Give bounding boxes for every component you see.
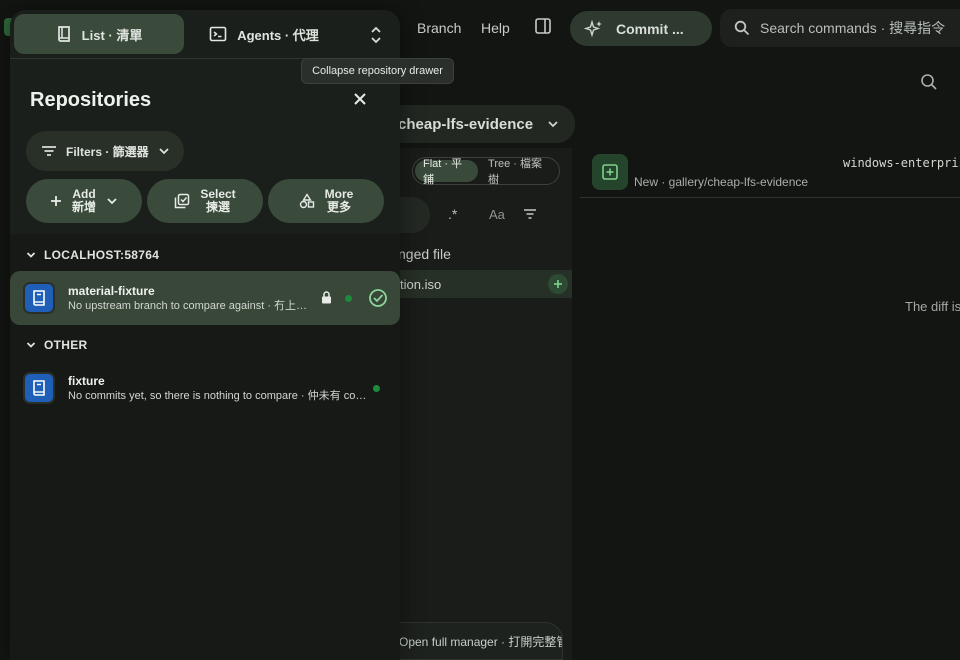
menu-help[interactable]: Help	[481, 20, 510, 36]
open-manager-label: Open full manager · 打開完整管理	[399, 634, 563, 649]
tab-agents[interactable]: Agents · 代理	[199, 14, 329, 54]
open-full-manager-button[interactable]: Open full manager · 打開完整管理	[385, 622, 563, 660]
view-mode-toggle[interactable]: Flat · 平鋪 Tree · 檔案樹	[412, 157, 560, 186]
tree-view-option[interactable]: Tree · 檔案樹	[480, 158, 557, 186]
tab-agents-label: Agents · 代理	[237, 27, 319, 43]
search-icon[interactable]	[920, 73, 938, 91]
match-case-toggle[interactable]: Aa	[489, 207, 505, 222]
changed-files-title: nged file	[398, 246, 451, 262]
toggle-panel-icon[interactable]	[534, 17, 552, 35]
file-name: tion.iso	[400, 276, 442, 292]
filters-button[interactable]: Filters · 篩選器	[26, 131, 184, 171]
branch-name: cheap-lfs-evidence	[398, 115, 534, 133]
add-label-zh: 新增	[71, 200, 96, 214]
chevron-down-icon	[106, 195, 118, 207]
terminal-icon	[209, 26, 227, 42]
close-drawer-button[interactable]	[348, 87, 372, 111]
section-title: LOCALHOST:58764	[44, 248, 160, 262]
tooltip-text: Collapse repository drawer	[312, 65, 443, 77]
select-repositories-button[interactable]: Select 揀選	[147, 179, 263, 223]
repo-name: fixture	[68, 373, 105, 388]
repo-name: material-fixture	[68, 283, 155, 298]
new-file-icon	[592, 154, 628, 190]
lock-icon	[321, 291, 332, 304]
repo-text: fixture No commits yet, so there is noth…	[68, 374, 368, 403]
filters-label: Filters · 篩選器	[66, 144, 149, 159]
collapse-drawer-icon[interactable]	[370, 26, 382, 44]
repo-row-material-fixture[interactable]: material-fixture No upstream branch to c…	[10, 271, 400, 325]
search-icon	[734, 20, 750, 36]
status-dot	[373, 385, 380, 392]
section-header-localhost[interactable]: LOCALHOST:58764	[26, 248, 159, 262]
regex-toggle[interactable]: .*	[448, 206, 457, 222]
close-icon	[354, 93, 366, 105]
chevron-down-icon	[26, 340, 36, 350]
commit-label: Commit ...	[616, 20, 684, 37]
diff-filename: windows-enterprise	[843, 156, 960, 170]
add-repository-button[interactable]: Add 新增	[26, 179, 142, 223]
drawer-title: Repositories	[30, 89, 152, 111]
check-circle-icon	[368, 288, 388, 308]
drawer-tab-bar: List · 清單 Agents · 代理	[14, 14, 400, 54]
filter-icon	[41, 145, 57, 157]
repository-icon	[23, 282, 55, 314]
plus-icon	[50, 195, 62, 207]
command-search[interactable]: Search commands · 搜尋指令	[720, 9, 960, 47]
chevron-down-icon	[26, 250, 36, 260]
filter-icon[interactable]	[523, 208, 537, 220]
more-label-zh: 更多	[326, 200, 351, 214]
chevron-down-icon	[158, 145, 170, 157]
collapse-drawer-tooltip: Collapse repository drawer	[301, 58, 454, 84]
book-icon	[56, 25, 72, 43]
more-actions-button[interactable]: More 更多	[268, 179, 384, 223]
select-multiple-icon	[174, 193, 190, 209]
repo-text: material-fixture No upstream branch to c…	[68, 284, 308, 313]
section-title: OTHER	[44, 338, 88, 352]
flat-view-option[interactable]: Flat · 平鋪	[415, 158, 479, 186]
diff-path: New · gallery/cheap-lfs-evidence	[634, 175, 809, 189]
changed-file-row[interactable]: tion.iso	[400, 270, 572, 298]
repo-row-fixture[interactable]: fixture No commits yet, so there is noth…	[10, 361, 400, 415]
status-dot	[345, 295, 352, 302]
tab-list-label: List · 清單	[81, 27, 143, 43]
repository-icon	[23, 372, 55, 404]
repo-status: No commits yet, so there is nothing to c…	[68, 389, 368, 402]
tab-list[interactable]: List · 清單	[14, 14, 184, 54]
sparkle-icon	[584, 19, 604, 39]
added-icon	[548, 274, 568, 294]
select-label-zh: 揀選	[205, 200, 230, 214]
shapes-icon	[299, 193, 315, 209]
section-header-other[interactable]: OTHER	[26, 338, 88, 352]
diff-empty-message: The diff is	[905, 299, 960, 314]
commit-button[interactable]: Commit ...	[570, 11, 712, 46]
menu-branch[interactable]: Branch	[417, 20, 461, 36]
chevron-down-icon	[547, 118, 559, 130]
search-placeholder: Search commands · 搜尋指令	[760, 20, 946, 36]
repo-status: No upstream branch to compare against · …	[68, 299, 308, 312]
